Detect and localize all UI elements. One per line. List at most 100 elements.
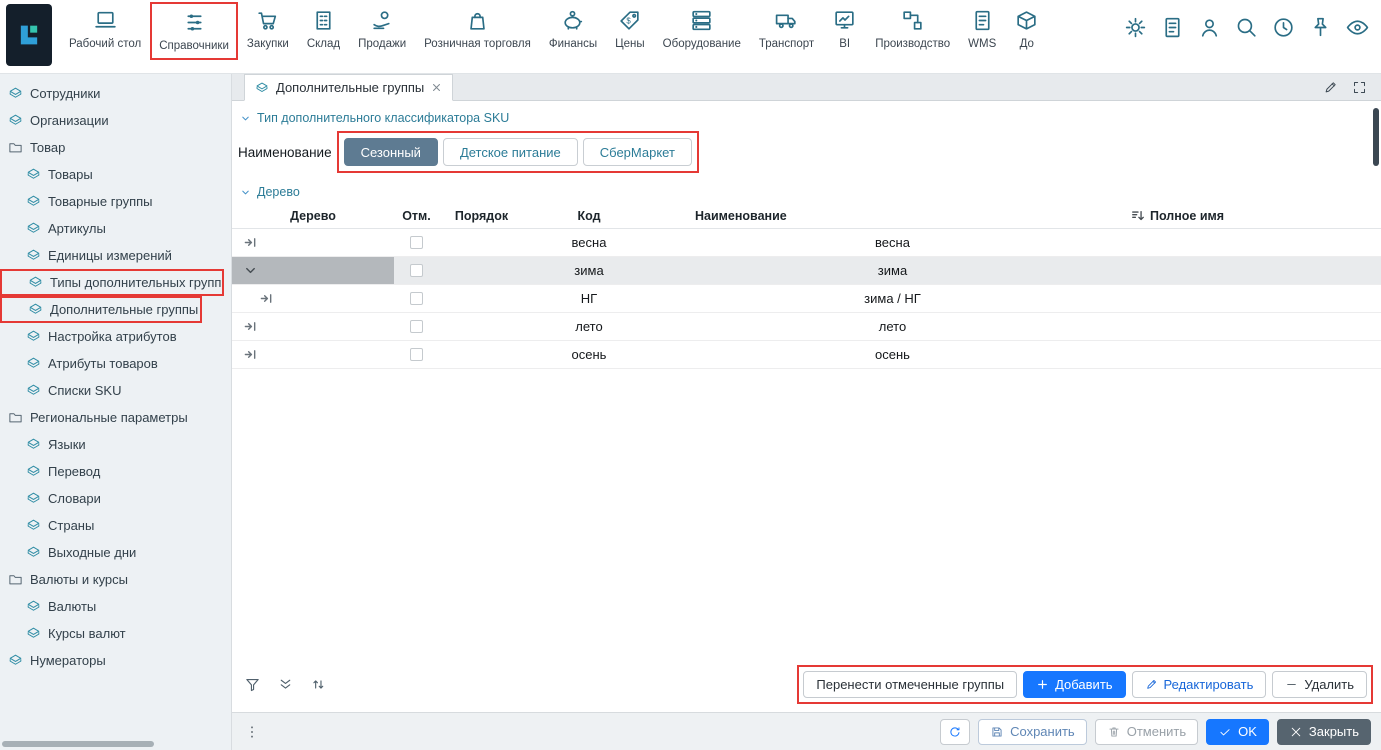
pin-button[interactable] [1304,9,1336,45]
settings-gear-button[interactable] [1119,9,1151,45]
sidebar-item-translation[interactable]: Перевод [0,458,231,485]
sidebar-item-currency-rates[interactable]: Курсы валют [0,620,231,647]
sidebar-folder-regional-params[interactable]: Региональные параметры [0,404,231,431]
sidebar-item-label: Типы дополнительных групп [50,275,221,290]
section-classifier-header[interactable]: Тип дополнительного классификатора SKU [232,101,1381,129]
sidebar-item-sku-lists[interactable]: Списки SKU [0,377,231,404]
search-button[interactable] [1230,9,1262,45]
topnav-item-wms[interactable]: WMS [959,0,1005,50]
sidebar-folder-product[interactable]: Товар [0,134,231,161]
expand-icon[interactable] [244,236,257,249]
ok-button[interactable]: OK [1206,719,1269,745]
topnav-item-directories[interactable]: Справочники [150,2,238,60]
row-checkbox[interactable] [410,348,423,361]
sidebar-item-units[interactable]: Единицы измерений [0,242,231,269]
row-checkbox[interactable] [410,292,423,305]
segment-seasonal[interactable]: Сезонный [344,138,438,166]
section-tree-header[interactable]: Дерево [232,175,1381,203]
sidebar-item-currencies[interactable]: Валюты [0,593,231,620]
segment-baby-food[interactable]: Детское питание [443,138,578,166]
header-name[interactable]: Наименование [654,203,1131,228]
delete-button[interactable]: Удалить [1272,671,1367,698]
row-checkbox[interactable] [410,236,423,249]
header-tree[interactable]: Дерево [232,203,394,228]
sidebar-item-dictionaries[interactable]: Словари [0,485,231,512]
segment-sbermarket[interactable]: СберМаркет [583,138,692,166]
expand-icon[interactable] [244,348,257,361]
table-row[interactable]: осень осень [232,341,1381,369]
sidebar-item-holidays[interactable]: Выходные дни [0,539,231,566]
row-checkbox[interactable] [410,264,423,277]
sidebar-item-countries[interactable]: Страны [0,512,231,539]
sidebar-item-product-groups[interactable]: Товарные группы [0,188,231,215]
expand-icon[interactable] [244,320,257,333]
topnav-item-equipment[interactable]: Оборудование [654,0,750,50]
table-row[interactable]: лето лето [232,313,1381,341]
topnav-item-delivery[interactable]: До [1005,0,1048,50]
sidebar-item-products[interactable]: Товары [0,161,231,188]
move-marked-groups-button[interactable]: Перенести отмеченные группы [803,671,1017,698]
table-row[interactable]: весна весна [232,229,1381,257]
refresh-icon [948,725,962,739]
table-row[interactable]: НГ зима / НГ [232,285,1381,313]
cancel-button[interactable]: Отменить [1095,719,1198,745]
topnav-item-sales[interactable]: Продажи [349,0,415,50]
user-button[interactable] [1193,9,1225,45]
table-row-selected[interactable]: зима зима [232,257,1381,285]
double-chevron-down-icon[interactable] [277,676,294,693]
top-toolbar: Рабочий стол Справочники Закупки Склад П… [0,0,1381,74]
topnav-item-retail[interactable]: Розничная торговля [415,0,540,50]
refresh-button[interactable] [940,719,970,745]
tag-icon [26,599,41,614]
topnav-item-bi[interactable]: BI [823,0,866,50]
sort-icon [1131,209,1145,223]
edit-pencil-icon[interactable] [1323,80,1338,95]
sidebar-item-attribute-settings[interactable]: Настройка атрибутов [0,323,231,350]
close-button[interactable]: Закрыть [1277,719,1371,745]
edit-button[interactable]: Редактировать [1132,671,1267,698]
add-button[interactable]: Добавить [1023,671,1125,698]
topnav-item-prices[interactable]: Цены [606,0,654,50]
filter-icon[interactable] [244,676,261,693]
sidebar-item-additional-groups[interactable]: Дополнительные группы [0,296,202,323]
sidebar-horizontal-scrollbar[interactable] [2,741,154,747]
header-full-name[interactable]: Полное имя [1131,203,1381,228]
topnav-item-purchases[interactable]: Закупки [238,0,298,50]
collapse-icon[interactable] [244,264,257,277]
sidebar-item-product-attributes[interactable]: Атрибуты товаров [0,350,231,377]
report-button[interactable] [1156,9,1188,45]
topnav-item-transport[interactable]: Транспорт [750,0,823,50]
save-button[interactable]: Сохранить [978,719,1087,745]
sidebar-item-numerators[interactable]: Нумераторы [0,647,231,674]
topnav-item-desktop[interactable]: Рабочий стол [60,0,150,50]
topnav-item-finance[interactable]: Финансы [540,0,606,50]
history-button[interactable] [1267,9,1299,45]
sidebar-item-additional-group-types[interactable]: Типы дополнительных групп [0,269,224,296]
sidebar-item-label: Сотрудники [30,86,100,101]
sidebar-folder-currencies-rates[interactable]: Валюты и курсы [0,566,231,593]
vertical-scrollbar[interactable] [1373,108,1379,166]
header-order[interactable]: Порядок [439,203,524,228]
header-mark[interactable]: Отм. [394,203,439,228]
topnav-label: Склад [307,38,340,50]
sidebar-item-organizations[interactable]: Организации [0,107,231,134]
tab-additional-groups[interactable]: Дополнительные группы [244,74,453,101]
sort-up-down-icon[interactable] [310,676,327,693]
tab-strip-actions [1323,80,1381,100]
topnav-item-production[interactable]: Производство [866,0,959,50]
topnav-item-warehouse[interactable]: Склад [298,0,349,50]
topnav-label: Продажи [358,38,406,50]
expand-icon[interactable] [260,292,273,305]
fullscreen-icon[interactable] [1352,80,1367,95]
topnav-label: До [1020,38,1034,50]
visibility-button[interactable] [1341,9,1373,45]
app-logo[interactable] [6,4,52,66]
tab-close-icon[interactable] [431,82,442,93]
sidebar-item-employees[interactable]: Сотрудники [0,80,231,107]
drag-handle-dots-icon[interactable] [244,724,260,740]
sidebar-item-articles[interactable]: Артикулы [0,215,231,242]
sidebar-item-languages[interactable]: Языки [0,431,231,458]
row-checkbox[interactable] [410,320,423,333]
tag-icon [26,329,41,344]
header-code[interactable]: Код [524,203,654,228]
